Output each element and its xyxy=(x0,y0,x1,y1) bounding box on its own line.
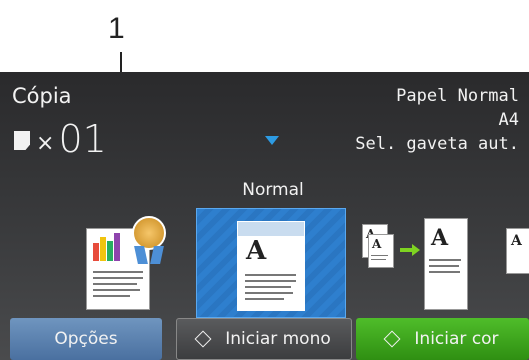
copies-indicator[interactable]: × 01 xyxy=(14,120,107,158)
start-color-label: Iniciar cor xyxy=(414,329,499,349)
times-symbol: × xyxy=(36,131,55,156)
carousel-item-quality[interactable] xyxy=(74,208,184,316)
start-color-button[interactable]: Iniciar cor xyxy=(356,318,529,360)
start-mono-label: Iniciar mono xyxy=(225,329,331,349)
start-mono-button[interactable]: Iniciar mono xyxy=(176,318,352,360)
document-partial-icon: A xyxy=(506,228,529,274)
copies-count: 01 xyxy=(58,117,107,161)
document-icon xyxy=(14,131,30,150)
carousel-item-two-in-one[interactable]: A A A xyxy=(356,208,476,316)
bottom-button-bar: Opções Iniciar mono Iniciar cor xyxy=(0,318,529,360)
mode-label: Normal xyxy=(242,180,304,200)
lcd-screen: Cópia × 01 Papel Normal A4 Sel. gaveta a… xyxy=(0,72,529,360)
tray-status: Sel. gaveta aut. xyxy=(355,134,519,154)
single-document-icon: A xyxy=(237,221,305,311)
carousel-item-partial[interactable]: A xyxy=(498,208,529,316)
paper-type-status: Papel Normal xyxy=(396,86,519,106)
start-diamond-icon xyxy=(383,330,401,348)
mode-carousel[interactable]: A A A A xyxy=(0,208,529,318)
start-diamond-icon xyxy=(194,330,212,348)
callout-number: 1 xyxy=(108,12,125,45)
options-button-label: Opções xyxy=(54,329,118,349)
carousel-item-normal[interactable]: A xyxy=(196,208,346,318)
ribbon-award-document-icon xyxy=(82,216,182,312)
two-pages-to-one-icon: A A A xyxy=(356,218,476,314)
paper-size-status: A4 xyxy=(498,110,519,130)
screen-title: Cópia xyxy=(12,84,72,108)
selection-arrow-icon xyxy=(265,136,279,145)
options-button[interactable]: Opções xyxy=(10,318,162,360)
